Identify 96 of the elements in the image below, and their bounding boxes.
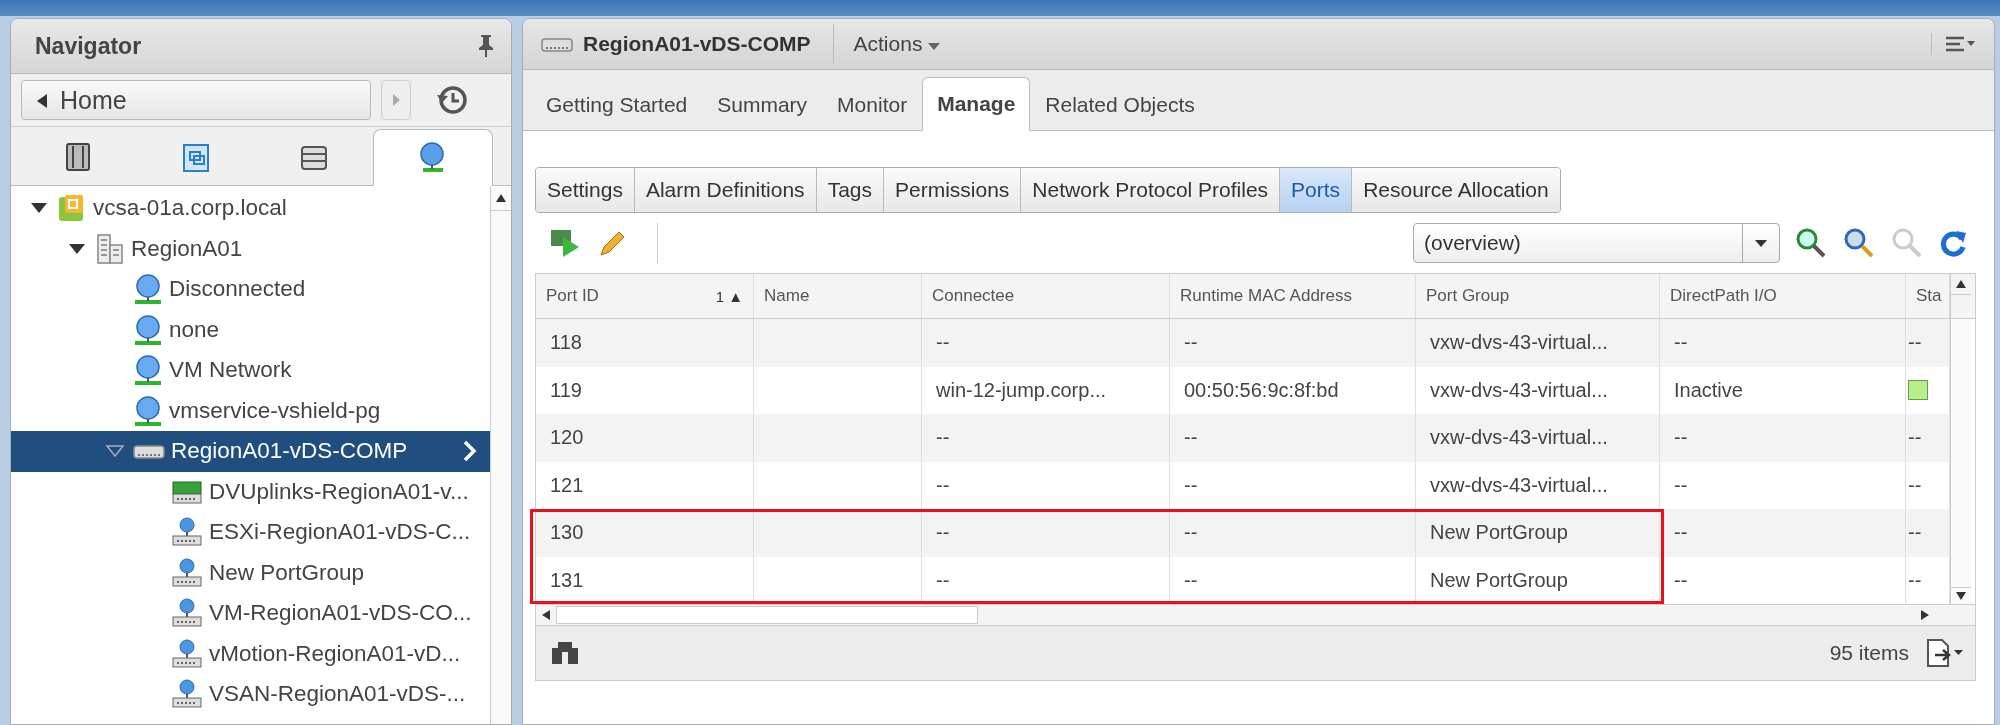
host-icon: [63, 142, 93, 174]
search-icon[interactable]: [1842, 226, 1876, 260]
binoculars-icon[interactable]: [550, 640, 580, 666]
back-icon: [36, 92, 48, 109]
table-cell: --: [1908, 331, 1922, 355]
port-group-icon: [171, 517, 203, 548]
column-header[interactable]: Name: [754, 274, 922, 318]
tree-item[interactable]: RegionA01-vDS-COMP: [11, 431, 490, 472]
vm-icon: [181, 142, 211, 174]
table-cell: --: [1170, 319, 1416, 367]
table-cell: New PortGroup: [1416, 509, 1660, 557]
arrow-right-icon[interactable]: [1921, 610, 1929, 620]
sub-tab[interactable]: Permissions: [884, 168, 1022, 212]
tab[interactable]: Related Objects: [1030, 80, 1210, 130]
table-cell: 130: [536, 509, 754, 557]
tab[interactable]: Getting Started: [531, 80, 703, 130]
table-cell: --: [1170, 509, 1416, 557]
globe-icon: [133, 394, 163, 427]
globe-icon: [133, 313, 163, 346]
table-cell: --: [922, 319, 1170, 367]
arrow-up-icon[interactable]: [1956, 280, 1966, 288]
tree-item[interactable]: vmservice-vshield-pg: [11, 390, 490, 431]
tab[interactable]: Monitor: [822, 80, 923, 130]
tree-item[interactable]: vcsa-01a.corp.local: [11, 188, 490, 229]
table-cell: --: [922, 461, 1170, 509]
home-button[interactable]: Home: [21, 80, 371, 120]
tree-item[interactable]: VM Network: [11, 350, 490, 391]
globe-icon: [133, 273, 163, 306]
panel-title: Navigator: [35, 32, 143, 60]
view-dropdown[interactable]: (overview): [1413, 223, 1780, 263]
building-icon: [95, 232, 125, 265]
table-cell: --: [1660, 319, 1906, 367]
table-cell: --: [1908, 521, 1922, 545]
tree-item[interactable]: VM-RegionA01-vDS-CO...: [11, 593, 490, 634]
table-cell: vxw-dvs-43-virtual...: [1416, 319, 1660, 367]
sub-tab[interactable]: Tags: [816, 168, 884, 212]
caret-icon: [928, 43, 941, 51]
tree-item[interactable]: none: [11, 309, 490, 350]
table-cell: --: [1660, 509, 1906, 557]
table-cell: 118: [536, 319, 754, 367]
table-row[interactable]: 120 -- -- vxw-dvs-43-virtual... -- --: [536, 414, 1950, 462]
scrollbar[interactable]: [490, 186, 511, 724]
history-icon[interactable]: [435, 83, 469, 117]
search-icon[interactable]: [1794, 226, 1828, 260]
column-header[interactable]: Connectee: [922, 274, 1170, 318]
arrow-left-icon[interactable]: [542, 610, 550, 620]
table-cell: --: [1908, 426, 1922, 450]
sub-tab[interactable]: Resource Allocation: [1352, 168, 1560, 212]
export-icon[interactable]: [1925, 638, 1965, 668]
tree-item[interactable]: DVUplinks-RegionA01-v...: [11, 471, 490, 512]
caret-icon[interactable]: [67, 241, 87, 256]
column-header[interactable]: Sta: [1906, 274, 1950, 318]
arrow-up-icon[interactable]: [496, 194, 506, 202]
column-header[interactable]: Port Group: [1416, 274, 1660, 318]
table-cell: --: [1908, 473, 1922, 497]
tree-item[interactable]: RegionA01: [11, 228, 490, 269]
tree-item[interactable]: New PortGroup: [11, 552, 490, 593]
actions-menu[interactable]: Actions: [843, 32, 951, 56]
table-cell: --: [1170, 461, 1416, 509]
port-group-icon: [171, 598, 203, 629]
table-row[interactable]: 130 -- -- New PortGroup -- --: [536, 509, 1950, 557]
table-row[interactable]: 118 -- -- vxw-dvs-43-virtual... -- --: [536, 319, 1950, 367]
table-cell: --: [1660, 414, 1906, 462]
port-group-icon: [171, 638, 203, 669]
table-cell: 121: [536, 461, 754, 509]
arrow-down-icon[interactable]: [1956, 592, 1966, 600]
scrollbar[interactable]: [536, 604, 1975, 625]
tree-item[interactable]: ESXi-RegionA01-vDS-C...: [11, 512, 490, 553]
tab[interactable]: Manage: [922, 77, 1031, 131]
sub-tab[interactable]: Ports: [1280, 168, 1353, 212]
column-header[interactable]: Port ID 1 ▲: [536, 274, 754, 318]
item-count: 95 items: [1829, 641, 1909, 665]
table-cell: --: [922, 509, 1170, 557]
tree-item[interactable]: vMotion-RegionA01-vD...: [11, 633, 490, 674]
sub-tab[interactable]: Network Protocol Profiles: [1021, 168, 1281, 212]
table-cell: vxw-dvs-43-virtual...: [1416, 414, 1660, 462]
table-cell: vxw-dvs-43-virtual...: [1416, 461, 1660, 509]
table-cell: --: [1908, 568, 1922, 592]
chevron-right-icon[interactable]: [462, 440, 478, 463]
tab[interactable]: Summary: [702, 80, 823, 130]
table-cell: --: [1170, 414, 1416, 462]
caret-icon: [1755, 240, 1767, 248]
tree-item[interactable]: VSAN-RegionA01-vDS-...: [11, 674, 490, 715]
table-cell: --: [922, 414, 1170, 462]
globe-icon: [133, 354, 163, 387]
table-cell: 120: [536, 414, 754, 462]
column-header[interactable]: Runtime MAC Address: [1170, 274, 1416, 318]
port-group-icon: [171, 679, 203, 710]
sub-tab[interactable]: Settings: [536, 168, 635, 212]
pin-icon[interactable]: [477, 34, 495, 58]
sub-tab[interactable]: Alarm Definitions: [634, 168, 817, 212]
tree-item[interactable]: Disconnected: [11, 269, 490, 310]
object-title: RegionA01-vDS-COMP: [583, 24, 834, 64]
port-group-icon: [171, 557, 203, 588]
menu-icon[interactable]: [1931, 33, 1976, 55]
column-header[interactable]: DirectPath I/O: [1660, 274, 1906, 318]
